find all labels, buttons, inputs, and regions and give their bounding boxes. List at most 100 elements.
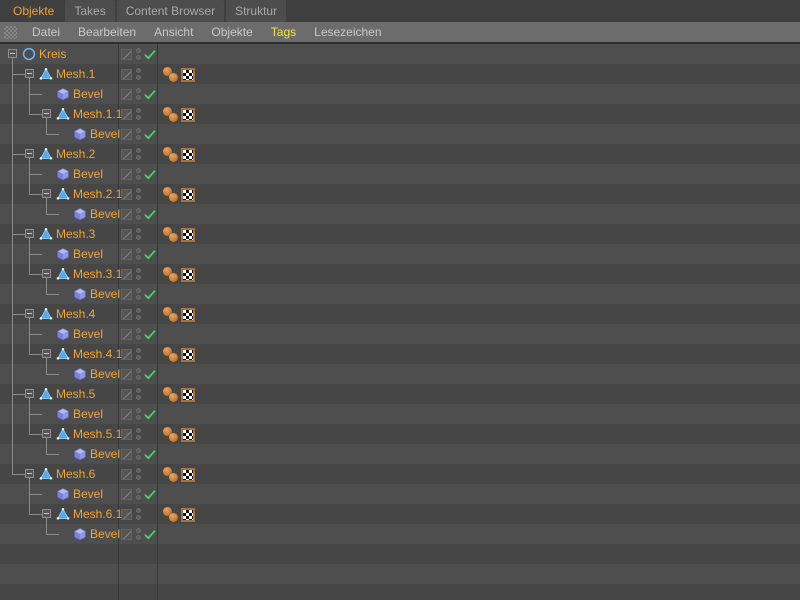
layer-toggle-icon[interactable] [121, 49, 132, 60]
material-tag-icon[interactable] [169, 153, 178, 162]
layer-toggle-icon[interactable] [121, 509, 132, 520]
tree-expander[interactable] [8, 49, 17, 58]
layer-toggle-icon[interactable] [121, 469, 132, 480]
tab-struktur[interactable]: Struktur [226, 0, 287, 22]
menu-item-ansicht[interactable]: Ansicht [145, 26, 202, 38]
layer-toggle-icon[interactable] [121, 449, 132, 460]
tree-row[interactable]: Mesh.3 [0, 58, 800, 244]
visibility-dots[interactable] [136, 448, 142, 461]
object-label[interactable]: Bevel [73, 487, 103, 501]
menu-item-datei[interactable]: Datei [23, 26, 69, 38]
render-visibility-dot[interactable] [136, 95, 141, 100]
tree-row[interactable]: Bevel [0, 158, 800, 184]
editor-visibility-dot[interactable] [136, 228, 141, 233]
object-label[interactable]: Bevel [73, 247, 103, 261]
editor-visibility-dot[interactable] [136, 168, 141, 173]
tree-row[interactable]: Mesh.6 [0, 58, 800, 484]
material-tag-icon[interactable] [169, 193, 178, 202]
texture-tag-icon[interactable] [181, 508, 195, 522]
tree-row[interactable]: Mesh.1.1 [0, 78, 800, 124]
layer-toggle-icon[interactable] [121, 529, 132, 540]
tree-row[interactable]: Kreis [0, 44, 800, 64]
editor-visibility-dot[interactable] [136, 68, 141, 73]
editor-visibility-dot[interactable] [136, 208, 141, 213]
object-label[interactable]: Bevel [90, 127, 120, 141]
render-visibility-dot[interactable] [136, 55, 141, 60]
editor-visibility-dot[interactable] [136, 328, 141, 333]
layer-toggle-icon[interactable] [121, 209, 132, 220]
material-tag-icon[interactable] [169, 393, 178, 402]
menu-item-objekte[interactable]: Objekte [202, 26, 261, 38]
visibility-dots[interactable] [136, 328, 142, 341]
tree-expander[interactable] [25, 309, 34, 318]
visibility-dots[interactable] [136, 488, 142, 501]
enabled-check-icon[interactable] [144, 48, 156, 60]
editor-visibility-dot[interactable] [136, 528, 141, 533]
tree-row[interactable]: Mesh.4.1 [0, 318, 800, 364]
tree-expander[interactable] [25, 469, 34, 478]
editor-visibility-dot[interactable] [136, 248, 141, 253]
visibility-dots[interactable] [136, 428, 142, 441]
tree-row[interactable]: Mesh.2 [0, 58, 800, 164]
object-label[interactable]: Bevel [90, 527, 120, 541]
layer-toggle-icon[interactable] [121, 349, 132, 360]
visibility-dots[interactable] [136, 108, 142, 121]
enabled-check-icon[interactable] [144, 528, 156, 540]
editor-visibility-dot[interactable] [136, 408, 141, 413]
layer-toggle-icon[interactable] [121, 129, 132, 140]
object-label[interactable]: Bevel [73, 327, 103, 341]
layer-toggle-icon[interactable] [121, 229, 132, 240]
enabled-check-icon[interactable] [144, 208, 156, 220]
editor-visibility-dot[interactable] [136, 308, 141, 313]
texture-tag-icon[interactable] [181, 268, 195, 282]
editor-visibility-dot[interactable] [136, 388, 141, 393]
tree-expander[interactable] [42, 269, 51, 278]
visibility-dots[interactable] [136, 308, 142, 321]
editor-visibility-dot[interactable] [136, 88, 141, 93]
material-tag-icon[interactable] [169, 73, 178, 82]
tree-expander[interactable] [42, 189, 51, 198]
enabled-check-icon[interactable] [144, 368, 156, 380]
enabled-check-icon[interactable] [144, 488, 156, 500]
enabled-check-icon[interactable] [144, 448, 156, 460]
editor-visibility-dot[interactable] [136, 368, 141, 373]
layer-toggle-icon[interactable] [121, 169, 132, 180]
material-tag-icon[interactable] [169, 113, 178, 122]
object-label[interactable]: Bevel [73, 407, 103, 421]
editor-visibility-dot[interactable] [136, 348, 141, 353]
texture-tag-icon[interactable] [181, 228, 195, 242]
enabled-check-icon[interactable] [144, 288, 156, 300]
render-visibility-dot[interactable] [136, 75, 141, 80]
menu-item-lesezeichen[interactable]: Lesezeichen [305, 26, 390, 38]
render-visibility-dot[interactable] [136, 315, 141, 320]
material-tag-icon[interactable] [169, 433, 178, 442]
texture-tag-icon[interactable] [181, 428, 195, 442]
render-visibility-dot[interactable] [136, 515, 141, 520]
object-label[interactable]: Mesh.5 [56, 387, 95, 401]
object-label[interactable]: Bevel [73, 167, 103, 181]
material-tag-icon[interactable] [169, 233, 178, 242]
tree-row[interactable]: Bevel [0, 238, 800, 264]
render-visibility-dot[interactable] [136, 295, 141, 300]
visibility-dots[interactable] [136, 188, 142, 201]
editor-visibility-dot[interactable] [136, 468, 141, 473]
visibility-dots[interactable] [136, 168, 142, 181]
visibility-dots[interactable] [136, 408, 142, 421]
enabled-check-icon[interactable] [144, 88, 156, 100]
enabled-check-icon[interactable] [144, 248, 156, 260]
tree-row[interactable]: Mesh.6.1 [0, 478, 800, 524]
render-visibility-dot[interactable] [136, 275, 141, 280]
tree-row[interactable]: Mesh.5.1 [0, 398, 800, 444]
tree-row[interactable]: Bevel [0, 318, 800, 344]
texture-tag-icon[interactable] [181, 68, 195, 82]
visibility-dots[interactable] [136, 128, 142, 141]
render-visibility-dot[interactable] [136, 155, 141, 160]
material-tag-icon[interactable] [169, 473, 178, 482]
object-label[interactable]: Mesh.3.1 [73, 267, 122, 281]
tree-row[interactable]: Bevel [0, 518, 800, 544]
render-visibility-dot[interactable] [136, 535, 141, 540]
layer-toggle-icon[interactable] [121, 109, 132, 120]
editor-visibility-dot[interactable] [136, 128, 141, 133]
layer-toggle-icon[interactable] [121, 429, 132, 440]
visibility-dots[interactable] [136, 468, 142, 481]
